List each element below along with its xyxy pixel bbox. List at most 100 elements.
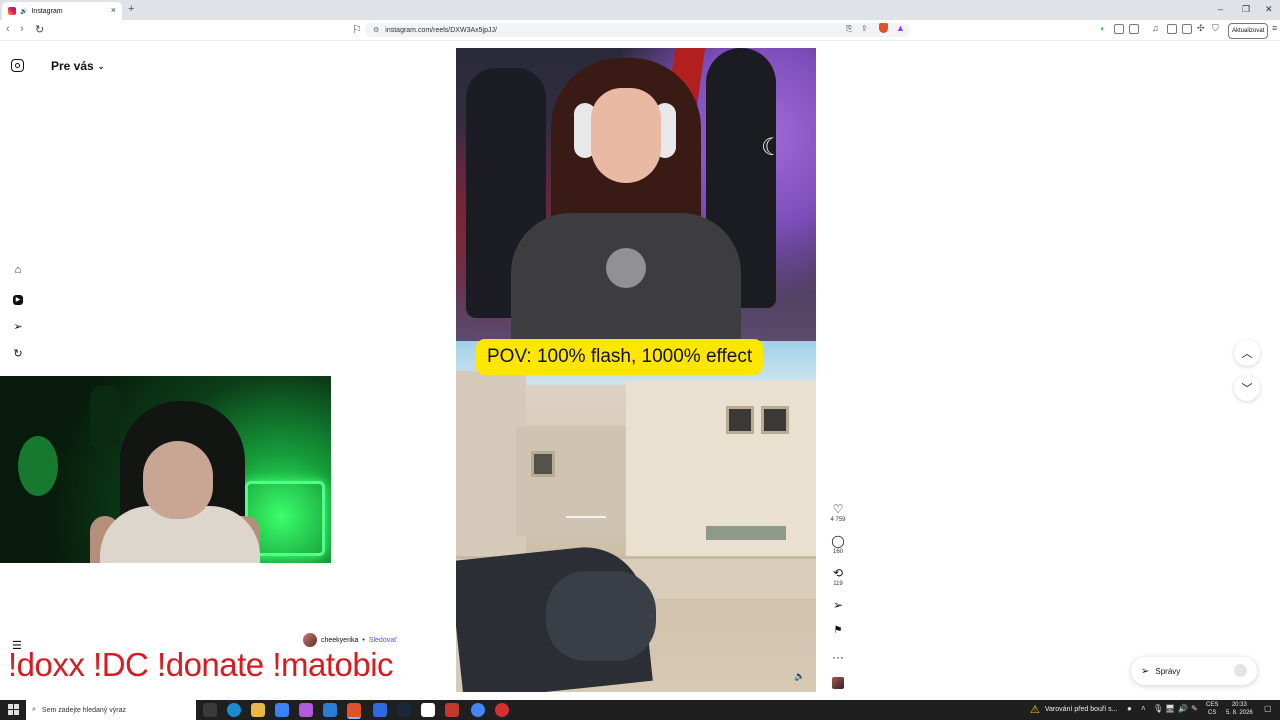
home-icon[interactable]: ⌂ (12, 264, 24, 276)
feed-selector[interactable]: Pre vás ⌄ (51, 59, 104, 73)
language-code: CES (1206, 702, 1219, 708)
extension-icon[interactable] (1114, 24, 1124, 34)
sidebar-icon[interactable] (1167, 24, 1177, 34)
task-view-icon[interactable] (203, 703, 217, 717)
more-options-button[interactable]: ··· (826, 651, 850, 663)
webcam-decor (90, 386, 120, 446)
close-window-button[interactable]: ✕ (1265, 4, 1273, 15)
stream-commands-overlay: !doxx !DC !donate !matobic (8, 646, 394, 683)
steam-icon[interactable] (397, 703, 411, 717)
address-bar[interactable]: ⚙ instagram.com/reels/DXW3Ax5jpJJ/ (365, 23, 910, 37)
heart-icon: ♡ (832, 502, 844, 516)
previous-reel-button[interactable]: ︿ (1234, 340, 1260, 366)
like-button[interactable]: ♡ 4 759 (826, 503, 850, 523)
volume-icon[interactable]: 🔈 (794, 671, 805, 682)
update-button[interactable]: Aktualizovat (1228, 23, 1269, 39)
vpn-shield-icon[interactable]: ⛉ (1212, 23, 1219, 34)
speaker-icon: 🔊 (20, 8, 28, 15)
wallet-icon[interactable] (1129, 24, 1139, 34)
author-avatar[interactable] (303, 633, 317, 647)
send-icon[interactable]: ➢ (12, 320, 24, 333)
app-icon[interactable] (445, 703, 459, 717)
network-icon[interactable]: 🖥 (1165, 704, 1175, 713)
discord-tray-icon[interactable]: ● (1127, 704, 1132, 713)
game-building (516, 426, 626, 536)
edge-icon[interactable] (227, 703, 241, 717)
clock-time: 20:33 (1231, 702, 1247, 708)
maximize-button[interactable]: ❐ (1242, 4, 1250, 15)
messages-button[interactable]: ➢ Správy (1131, 657, 1257, 685)
chevron-down-icon: ﹀ (1241, 383, 1253, 395)
notifications-icon[interactable]: ▢ (1264, 704, 1272, 713)
author-name[interactable]: cheekyerika (321, 637, 358, 644)
tab-title: Instagram (31, 7, 63, 15)
reel-streamer-scene: ☾ (456, 48, 816, 343)
share-button[interactable]: ➢ (826, 599, 850, 611)
brave-icon[interactable] (347, 703, 361, 719)
browser-tab-strip (0, 0, 1280, 20)
volume-tray-icon[interactable]: 🔊 (1178, 704, 1188, 713)
file-explorer-icon[interactable] (251, 703, 265, 717)
puzzle-icon[interactable]: ✣ (1197, 23, 1205, 34)
music-icon[interactable]: ♫ (1152, 23, 1159, 33)
audio-thumbnail[interactable] (832, 677, 844, 689)
taskbar-clock[interactable]: 20:33 5. 8. 2026 (1226, 701, 1253, 717)
reload-icon[interactable]: ↻ (35, 23, 44, 36)
repost-count: 119 (833, 581, 843, 587)
threads-icon[interactable]: ↻ (12, 347, 24, 360)
site-info-icon[interactable]: ⚙ (373, 26, 379, 34)
share-icon[interactable]: ⇪ (861, 24, 868, 33)
follow-button[interactable]: Sledovať (369, 637, 397, 644)
instagram-favicon-icon (8, 7, 16, 15)
instagram-logo-icon[interactable] (11, 59, 24, 72)
game-awning (706, 526, 786, 540)
browser-tab[interactable]: 🔊 Instagram × (2, 2, 122, 20)
clock-date: 5. 8. 2026 (1226, 710, 1253, 716)
back-icon[interactable]: ‹ (6, 23, 10, 35)
feed-selector-label: Pre vás (51, 59, 94, 73)
pen-icon[interactable]: ✎ (1191, 704, 1198, 713)
menu-icon[interactable]: ≡ (1272, 23, 1277, 33)
weather-warning[interactable]: ⚠ Varování před bouří s... (1030, 703, 1118, 716)
new-tab-button[interactable]: + (128, 3, 134, 15)
search-icon: ⌕ (32, 706, 36, 713)
leo-ai-icon[interactable]: ◗ (1100, 24, 1105, 33)
taskbar-search[interactable]: ⌕ Sem zadejte hledaný výraz (26, 700, 196, 720)
brave-shields-icon[interactable] (879, 23, 888, 33)
install-app-icon[interactable]: ⎘ (846, 24, 852, 34)
minimize-button[interactable]: – (1218, 4, 1223, 14)
language-indicator[interactable]: CES CS (1206, 701, 1218, 717)
app-icon[interactable] (373, 703, 387, 717)
weather-warning-text: Varování před bouří s... (1044, 706, 1118, 713)
streamer-face (591, 88, 661, 183)
comment-button[interactable]: ◯ 160 (826, 535, 850, 555)
game-window (761, 406, 789, 434)
microphone-icon[interactable]: 🎙 (1153, 704, 1163, 713)
next-reel-button[interactable]: ﹀ (1234, 375, 1260, 401)
show-hidden-icons[interactable]: ˄ (1141, 704, 1146, 713)
brave-rewards-icon[interactable]: ▲ (896, 23, 905, 33)
reel-author-row[interactable]: cheekyerika • Sledovať (303, 633, 397, 647)
taskbar-search-placeholder: Sem zadejte hledaný výraz (41, 706, 126, 714)
repost-button[interactable]: ⟲ 119 (826, 567, 850, 587)
app-icon[interactable] (299, 703, 313, 717)
store-icon[interactable] (323, 703, 337, 717)
obs-icon[interactable] (421, 703, 435, 717)
bookmark-icon: ⚑ (833, 625, 843, 636)
game-window (726, 406, 754, 434)
tab-close-icon[interactable]: × (111, 5, 116, 15)
reel-caption-banner: POV: 100% flash, 1000% effect (476, 339, 764, 375)
repost-icon: ⟲ (832, 566, 844, 580)
app-icon[interactable] (495, 703, 509, 717)
start-button[interactable] (8, 704, 19, 715)
reels-icon[interactable]: ▶ (12, 292, 24, 305)
send-icon: ➢ (1141, 665, 1150, 677)
bookmark-icon[interactable]: ⚐ (352, 23, 362, 36)
teams-icon[interactable] (275, 703, 289, 717)
reel-video[interactable]: ☾ POV: 100% flash, 1000% effect 🔈 (456, 48, 816, 692)
forward-icon[interactable]: › (20, 23, 24, 35)
chrome-icon[interactable] (471, 703, 485, 717)
save-button[interactable]: ⚑ (826, 625, 850, 637)
wallet-card-icon[interactable] (1182, 24, 1192, 34)
keyboard-code: CS (1208, 710, 1217, 716)
